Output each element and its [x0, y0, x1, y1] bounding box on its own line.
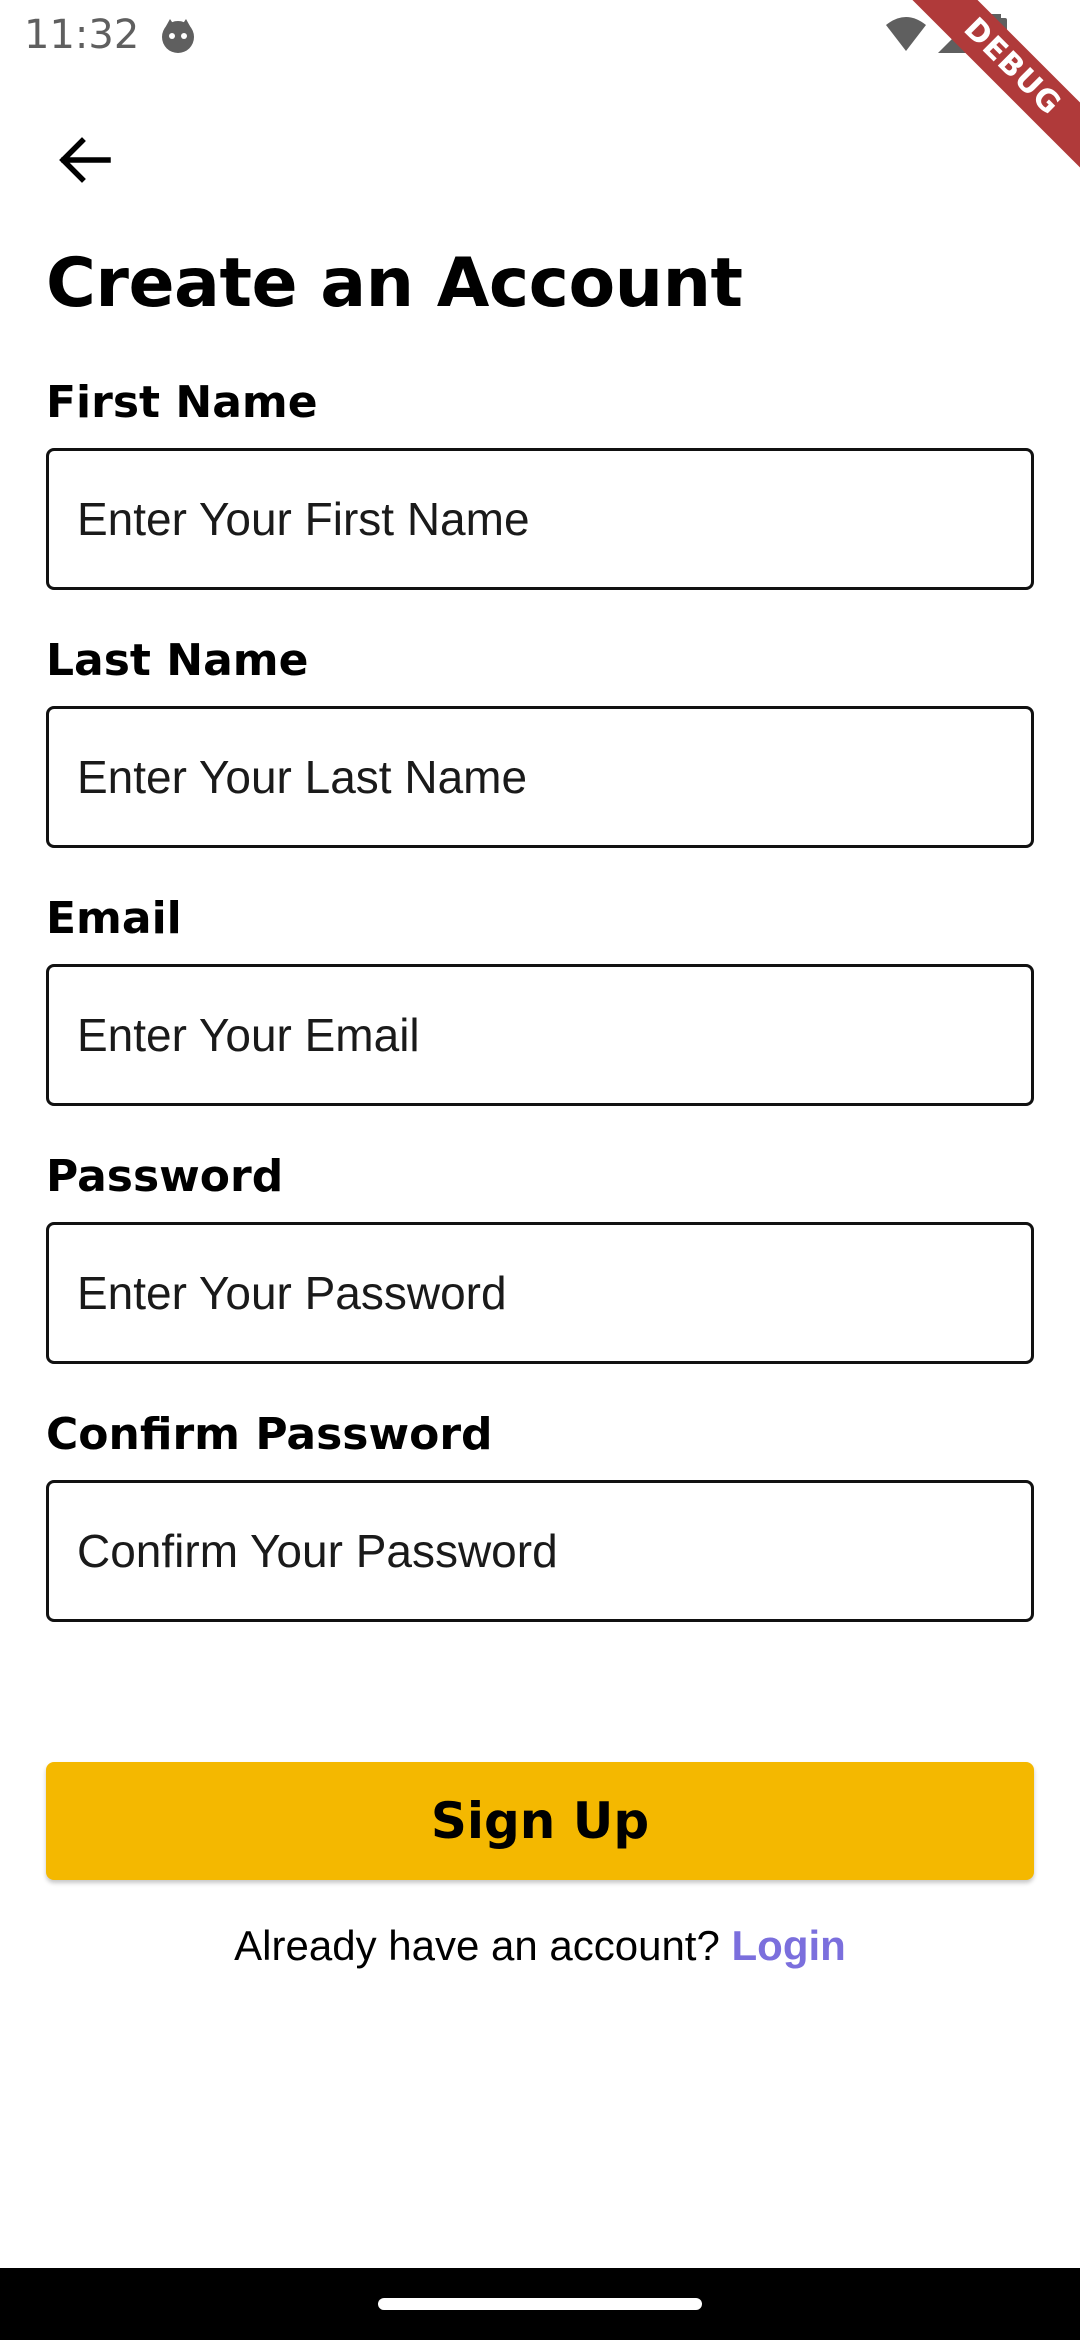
password-input[interactable]: [46, 1222, 1034, 1364]
password-group: Password: [46, 1142, 1034, 1364]
password-label: Password: [46, 1151, 284, 1202]
first-name-group: First Name: [46, 368, 1034, 590]
login-link[interactable]: Login: [732, 1922, 846, 1969]
wifi-icon: [884, 15, 928, 60]
last-name-group: Last Name: [46, 626, 1034, 848]
last-name-label: Last Name: [46, 635, 309, 686]
email-group: Email: [46, 884, 1034, 1106]
navigation-bar: [0, 2268, 1080, 2340]
page-title: Create an Account: [46, 244, 743, 323]
sign-up-button[interactable]: Sign Up: [46, 1762, 1034, 1880]
arrow-left-icon: [56, 136, 112, 189]
login-prompt-text: Already have an account?: [234, 1922, 720, 1969]
status-time: 11:32: [24, 12, 140, 58]
email-label: Email: [46, 893, 182, 944]
first-name-label: First Name: [46, 377, 318, 428]
last-name-input[interactable]: [46, 706, 1034, 848]
home-indicator[interactable]: [378, 2298, 702, 2310]
email-input[interactable]: [46, 964, 1034, 1106]
first-name-input[interactable]: [46, 448, 1034, 590]
back-button[interactable]: [44, 122, 124, 202]
face-icon: [158, 16, 198, 56]
confirm-password-input[interactable]: [46, 1480, 1034, 1622]
login-prompt: Already have an account? Login: [0, 1922, 1080, 1970]
confirm-password-group: Confirm Password: [46, 1400, 1034, 1622]
status-bar: 11:32 DEBUG: [0, 0, 1080, 176]
confirm-password-label: Confirm Password: [46, 1409, 493, 1460]
